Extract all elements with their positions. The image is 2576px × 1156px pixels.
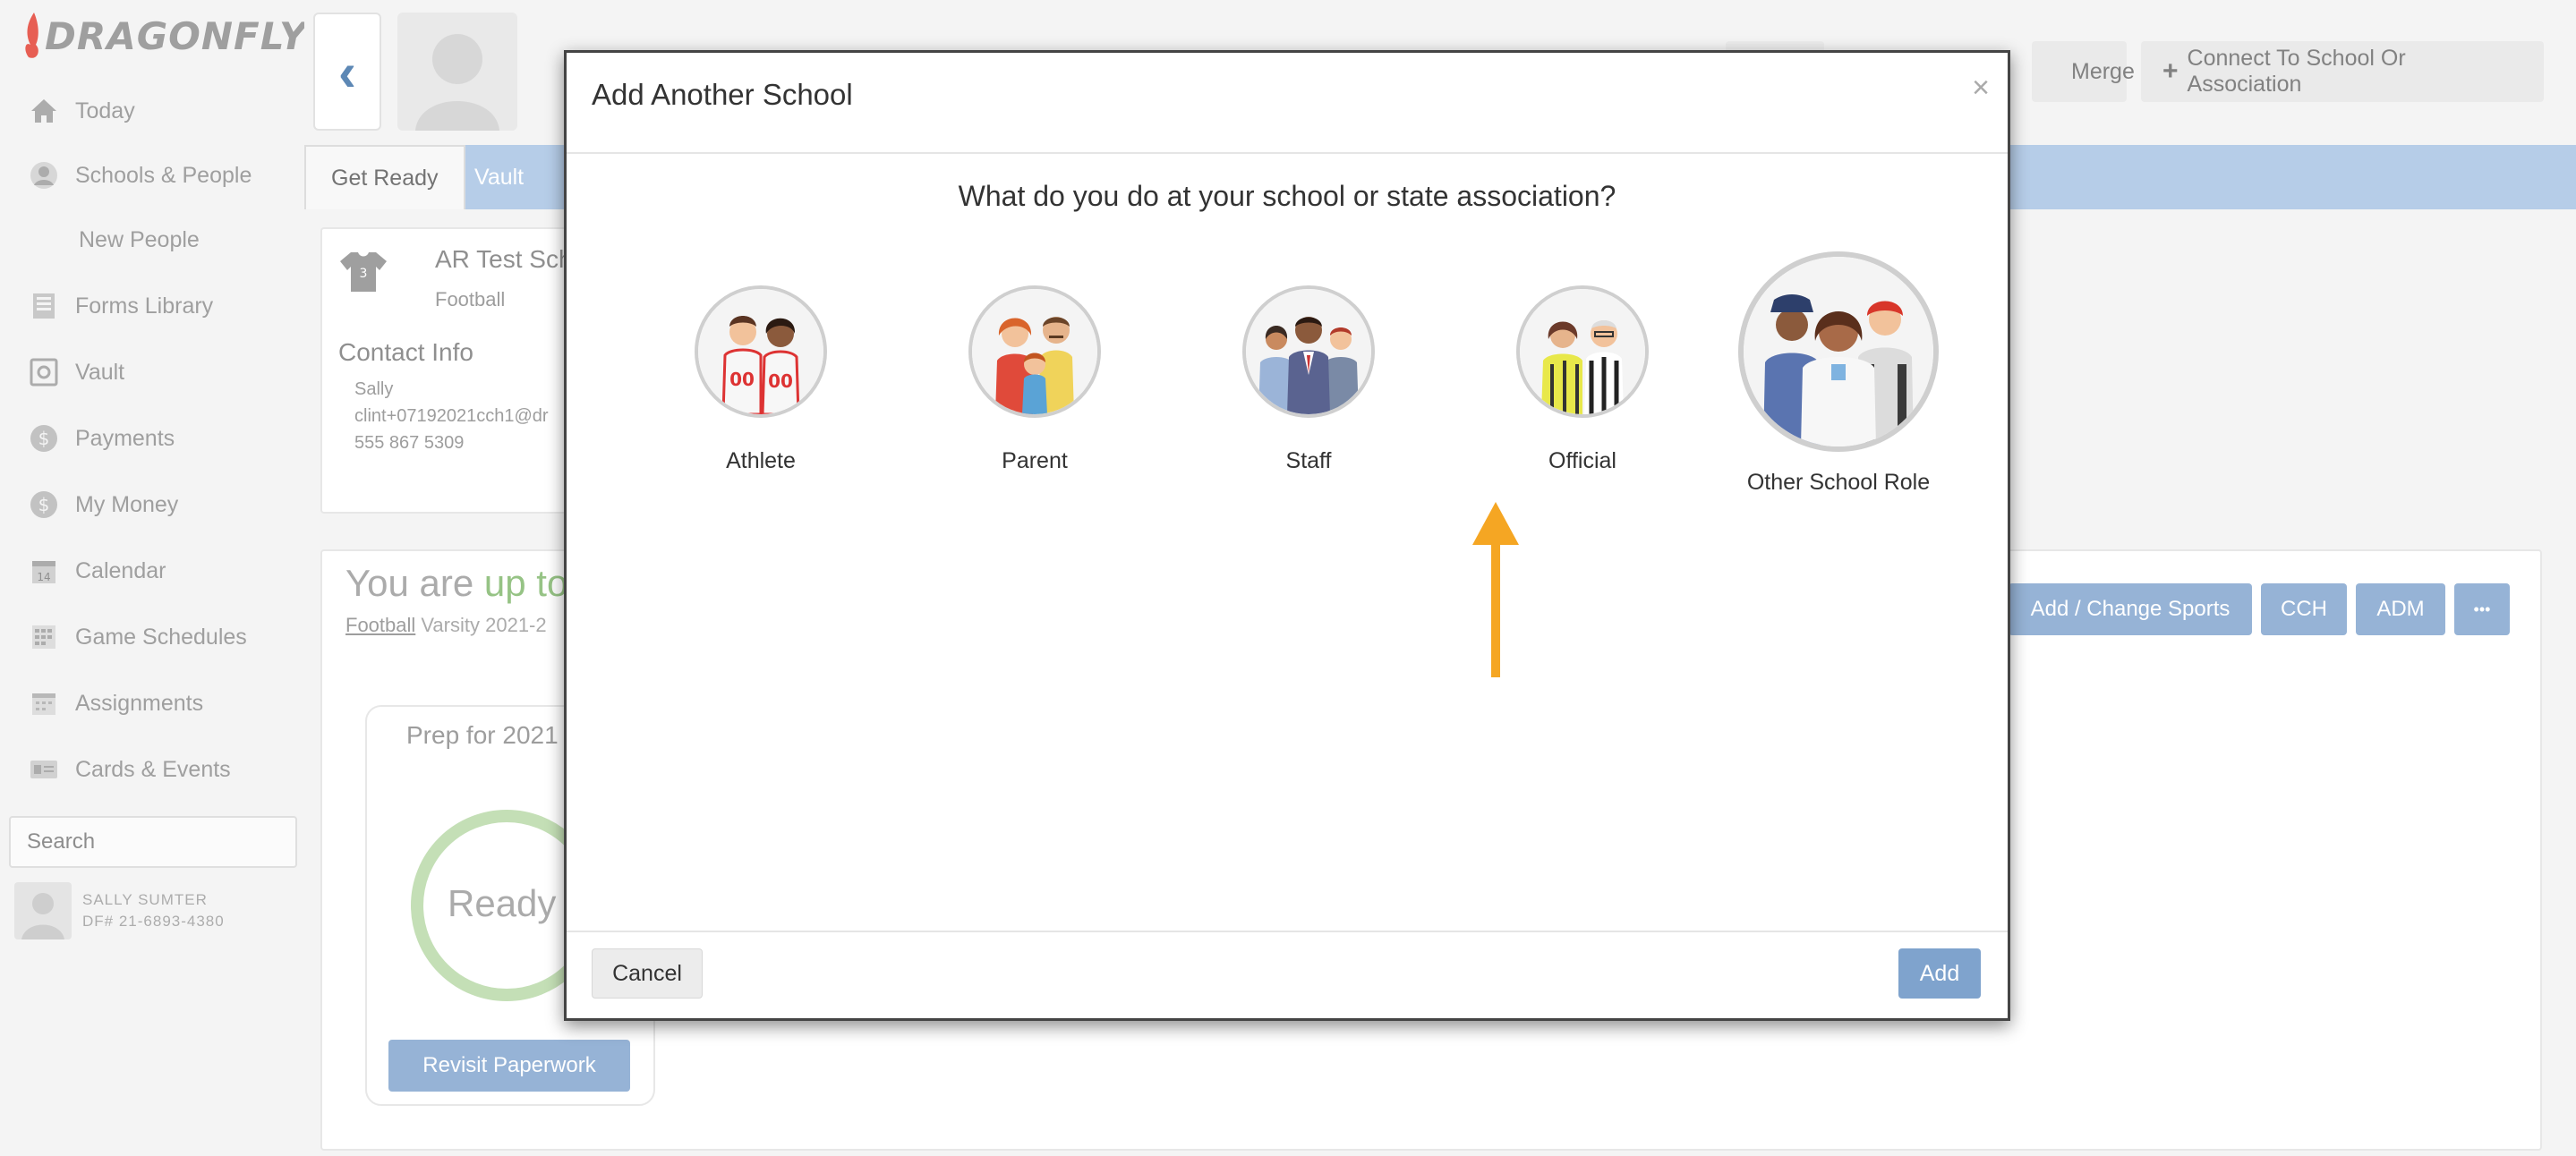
parent-icon (968, 285, 1101, 418)
other-role-icon (1738, 251, 1939, 452)
add-button[interactable]: Add (1898, 948, 1981, 999)
role-label: Athlete (726, 448, 796, 473)
role-option-staff[interactable]: Staff (1201, 285, 1416, 474)
role-label: Staff (1285, 448, 1332, 473)
add-label: Add (1919, 960, 1960, 986)
cancel-button[interactable]: Cancel (592, 948, 703, 999)
role-option-parent[interactable]: Parent (927, 285, 1142, 474)
role-label: Other School Role (1746, 470, 1931, 495)
svg-text:00: 00 (768, 370, 793, 392)
close-icon[interactable]: × (1972, 71, 1990, 106)
role-label: Parent (1002, 448, 1068, 473)
role-label: Official (1548, 448, 1616, 473)
official-icon (1516, 285, 1649, 418)
pointer-arrow-icon (1469, 502, 1523, 684)
role-option-other-school-role[interactable]: Other School Role (1713, 251, 1964, 496)
athlete-icon: 00 00 (695, 285, 827, 418)
modal-title: Add Another School (592, 78, 853, 111)
role-question: What do you do at your school or state a… (958, 180, 1616, 212)
role-option-athlete[interactable]: 00 00 Athlete (653, 285, 868, 474)
cancel-label: Cancel (612, 960, 682, 986)
svg-text:00: 00 (729, 369, 755, 390)
modal-footer: Cancel Add (567, 931, 2008, 1018)
add-school-modal: Add Another School × What do you do at y… (564, 50, 2010, 1021)
modal-header: Add Another School × (567, 53, 2008, 154)
role-option-official[interactable]: Official (1475, 285, 1690, 474)
staff-icon (1242, 285, 1375, 418)
